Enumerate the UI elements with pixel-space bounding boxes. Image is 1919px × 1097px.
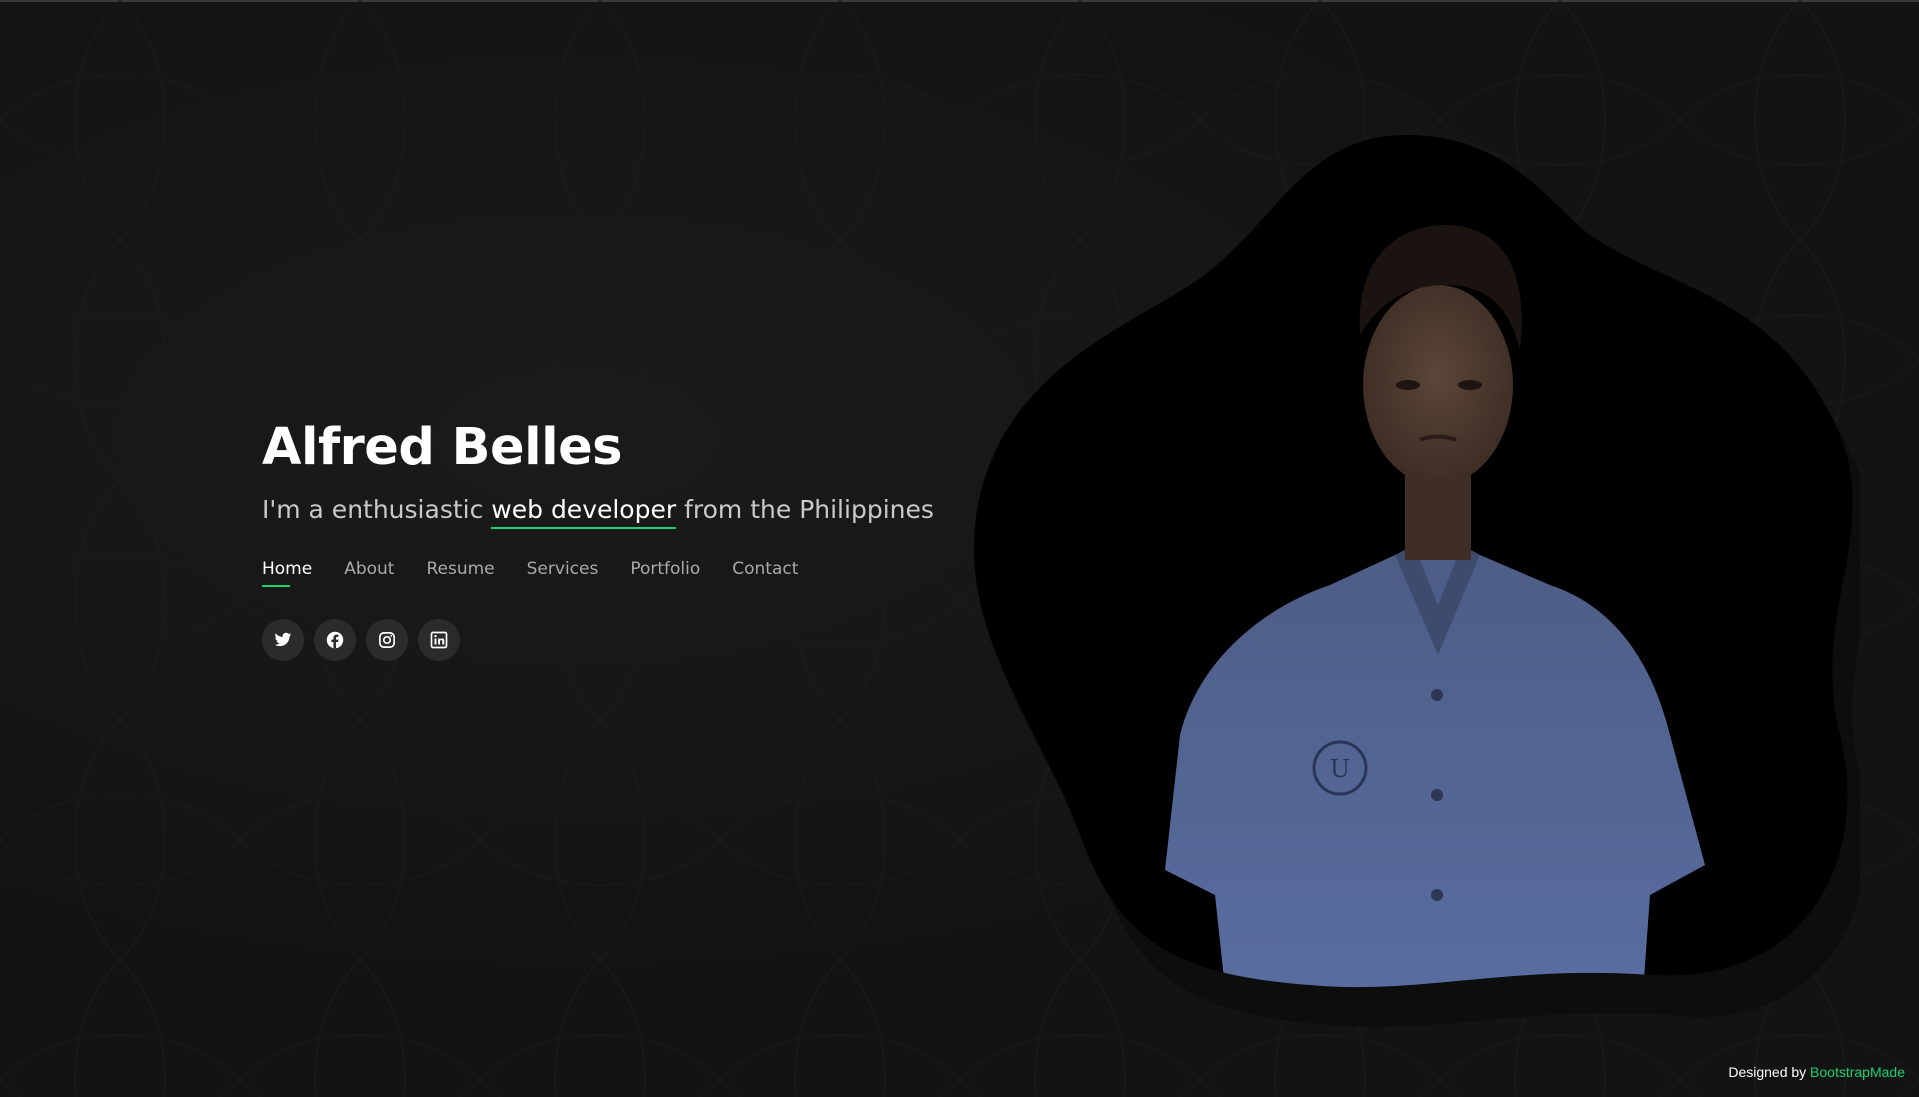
social-links [262,619,1022,661]
nav-contact[interactable]: Contact [732,559,798,587]
nav-services[interactable]: Services [527,559,599,587]
portrait-image: U [973,135,1860,1028]
typed-role: web developer [491,495,677,529]
page: Alfred Belles I'm a enthusiastic web dev… [0,0,1919,1097]
facebook-link[interactable] [314,619,356,661]
hero-tagline: I'm a enthusiastic web developer from th… [262,492,1022,529]
credit-prefix: Designed by [1728,1064,1807,1080]
nav-resume[interactable]: Resume [426,559,494,587]
linkedin-link[interactable] [418,619,460,661]
nav-home[interactable]: Home [262,559,312,587]
footer-credit: Designed by BootstrapMade [1728,1064,1905,1080]
tagline-suffix: from the Philippines [684,495,934,524]
hero-name: Alfred Belles [262,418,623,477]
hero-section: Alfred Belles I'm a enthusiastic web dev… [262,408,1022,661]
instagram-icon [379,632,395,648]
svg-text:U: U [1330,755,1350,783]
bootstrapmade-link[interactable]: BootstrapMade [1810,1064,1905,1080]
tagline-prefix: I'm a enthusiastic [262,495,484,524]
twitter-link[interactable] [262,619,304,661]
main-nav: Home About Resume Services Portfolio Con… [262,559,1022,587]
instagram-link[interactable] [366,619,408,661]
nav-about[interactable]: About [344,559,394,587]
facebook-icon [326,631,344,649]
twitter-icon [274,632,292,647]
linkedin-icon [430,631,448,649]
nav-portfolio[interactable]: Portfolio [630,559,700,587]
